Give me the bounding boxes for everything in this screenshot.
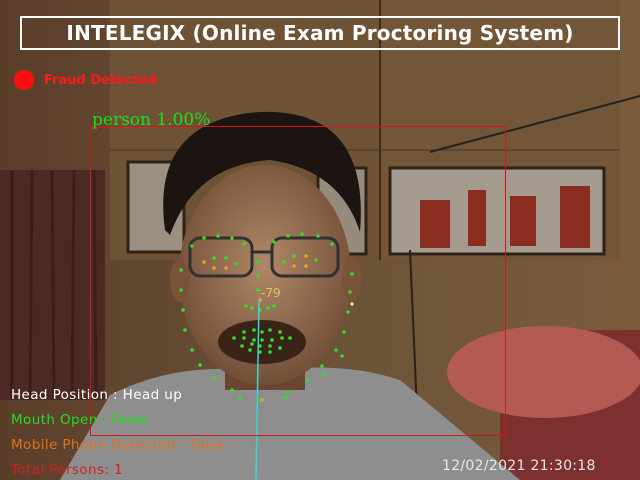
head-angle-value: -79 [261, 286, 281, 300]
app-title: INTELEGIX (Online Exam Proctoring System… [20, 16, 620, 50]
fraud-alert-text: Fraud Detected [44, 72, 158, 88]
head-position-status: Head Position : Head up [11, 387, 183, 403]
mouth-open-status: Mouth Open : False [11, 412, 148, 428]
mobile-phone-status: Mobile Phone Detected : False [11, 437, 227, 453]
detection-label: person 1.00% [92, 110, 211, 130]
timestamp: 12/02/2021 21:30:18 [442, 458, 596, 474]
total-persons-status: Total Persons: 1 [11, 462, 124, 478]
alert-dot-icon [14, 70, 34, 90]
fraud-alert: Fraud Detected [14, 70, 157, 90]
